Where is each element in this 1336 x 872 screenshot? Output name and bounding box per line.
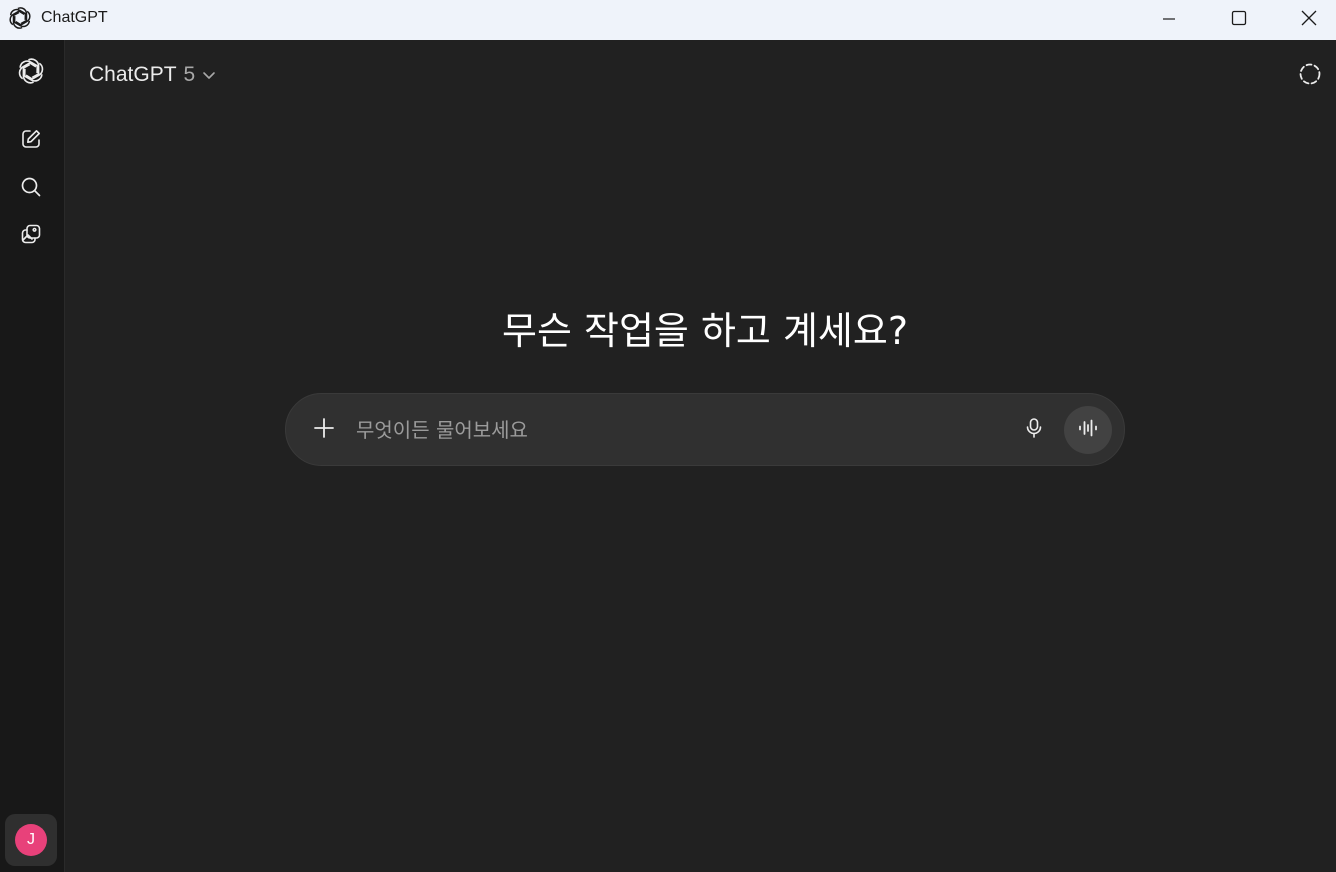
- minimize-icon: [1162, 11, 1176, 30]
- window-title: ChatGPT: [41, 9, 108, 26]
- page-title: 무슨 작업을 하고 계세요?: [501, 309, 908, 353]
- dictate-button[interactable]: [1016, 412, 1052, 448]
- prompt-input[interactable]: [356, 412, 996, 448]
- minimize-button[interactable]: [1134, 0, 1204, 40]
- model-version: 5: [183, 63, 196, 86]
- openai-logo-icon: [8, 6, 32, 30]
- composer: [285, 393, 1125, 466]
- new-chat-button[interactable]: [12, 122, 50, 160]
- waveform-icon: [1077, 417, 1099, 443]
- microphone-icon: [1023, 417, 1045, 443]
- search-button[interactable]: [12, 170, 50, 208]
- profile-button[interactable]: J: [5, 814, 57, 866]
- temporary-chat-button[interactable]: [1294, 60, 1326, 92]
- home-logo-button[interactable]: [12, 54, 50, 92]
- images-icon: [20, 223, 42, 249]
- model-name: ChatGPT: [89, 63, 177, 86]
- maximize-button[interactable]: [1204, 0, 1274, 40]
- close-icon: [1301, 10, 1317, 30]
- new-chat-icon: [20, 128, 42, 154]
- search-icon: [20, 176, 42, 202]
- close-button[interactable]: [1274, 0, 1336, 40]
- images-button[interactable]: [12, 217, 50, 255]
- chevron-down-icon: [201, 67, 217, 83]
- voice-mode-button[interactable]: [1064, 406, 1112, 454]
- openai-logo-icon: [17, 57, 45, 89]
- plus-icon: [313, 417, 335, 443]
- maximize-icon: [1231, 10, 1247, 30]
- title-bar: ChatGPT: [0, 0, 1336, 40]
- dashed-circle-icon: [1298, 62, 1322, 90]
- sidebar: J: [0, 40, 65, 872]
- add-attachment-button[interactable]: [306, 412, 342, 448]
- model-selector[interactable]: ChatGPT 5: [89, 60, 217, 90]
- avatar: J: [15, 824, 47, 856]
